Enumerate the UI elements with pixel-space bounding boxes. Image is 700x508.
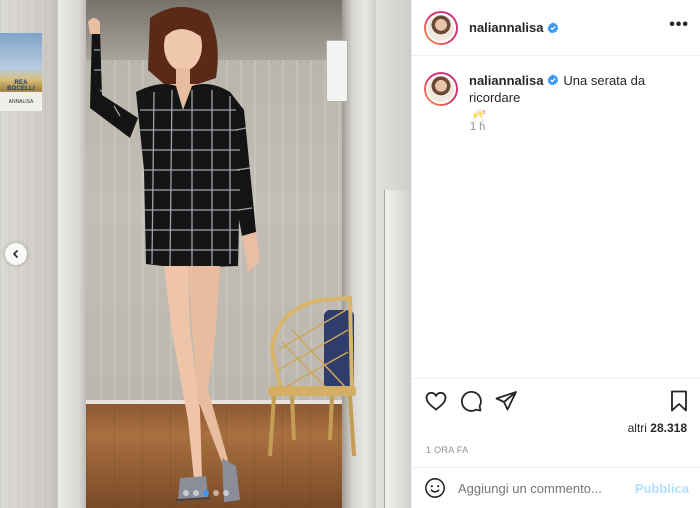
more-options-button[interactable]: ••• (669, 16, 689, 34)
paper-plane-icon[interactable] (494, 389, 518, 413)
poster-title: REA BOCELLI (7, 80, 35, 92)
carousel-dots (0, 490, 411, 496)
verified-badge-icon (547, 22, 559, 33)
caption-avatar[interactable] (424, 72, 458, 106)
photo-air-conditioner (326, 40, 348, 102)
comment-box: Pubblica (412, 467, 700, 508)
smiley-icon[interactable] (424, 477, 446, 499)
photo-woman (88, 6, 260, 502)
verified-badge-icon (547, 74, 559, 86)
likes-prefix: altri (627, 421, 647, 435)
avatar[interactable] (424, 10, 458, 45)
publish-comment-button[interactable]: Pubblica (635, 481, 689, 496)
carousel-dot (202, 490, 209, 496)
likes-count[interactable]: altri 28.318 (628, 421, 687, 435)
likes-number: 28.318 (650, 421, 687, 435)
poster-subtitle: ANNALISA (8, 99, 34, 105)
carousel-dot (222, 490, 229, 496)
carousel-prev-button[interactable] (5, 243, 27, 265)
comment-input[interactable] (458, 480, 628, 496)
carousel-dot (212, 490, 219, 496)
post-sidebar: naliannalisa ••• naliannalisa Una serata… (411, 0, 700, 508)
post-caption: naliannalisa Una serata da ricordare 🥂 (424, 72, 694, 125)
comment-icon[interactable] (459, 389, 483, 413)
photo-door-edge (384, 190, 411, 508)
caption-username[interactable]: naliannalisa (469, 73, 543, 88)
post-photo[interactable]: REA BOCELLI ANNALISA (0, 0, 411, 508)
carousel-dot (192, 490, 199, 496)
bookmark-icon[interactable] (667, 389, 691, 413)
carousel-dot (182, 490, 189, 496)
caption-time[interactable]: 1 h (470, 121, 485, 133)
chevron-left-icon (12, 249, 19, 259)
heart-icon[interactable] (424, 389, 448, 413)
header-username[interactable]: naliannalisa (469, 20, 543, 35)
post-header: naliannalisa ••• (412, 0, 700, 56)
post-date[interactable]: 1 ORA FA (426, 445, 468, 455)
